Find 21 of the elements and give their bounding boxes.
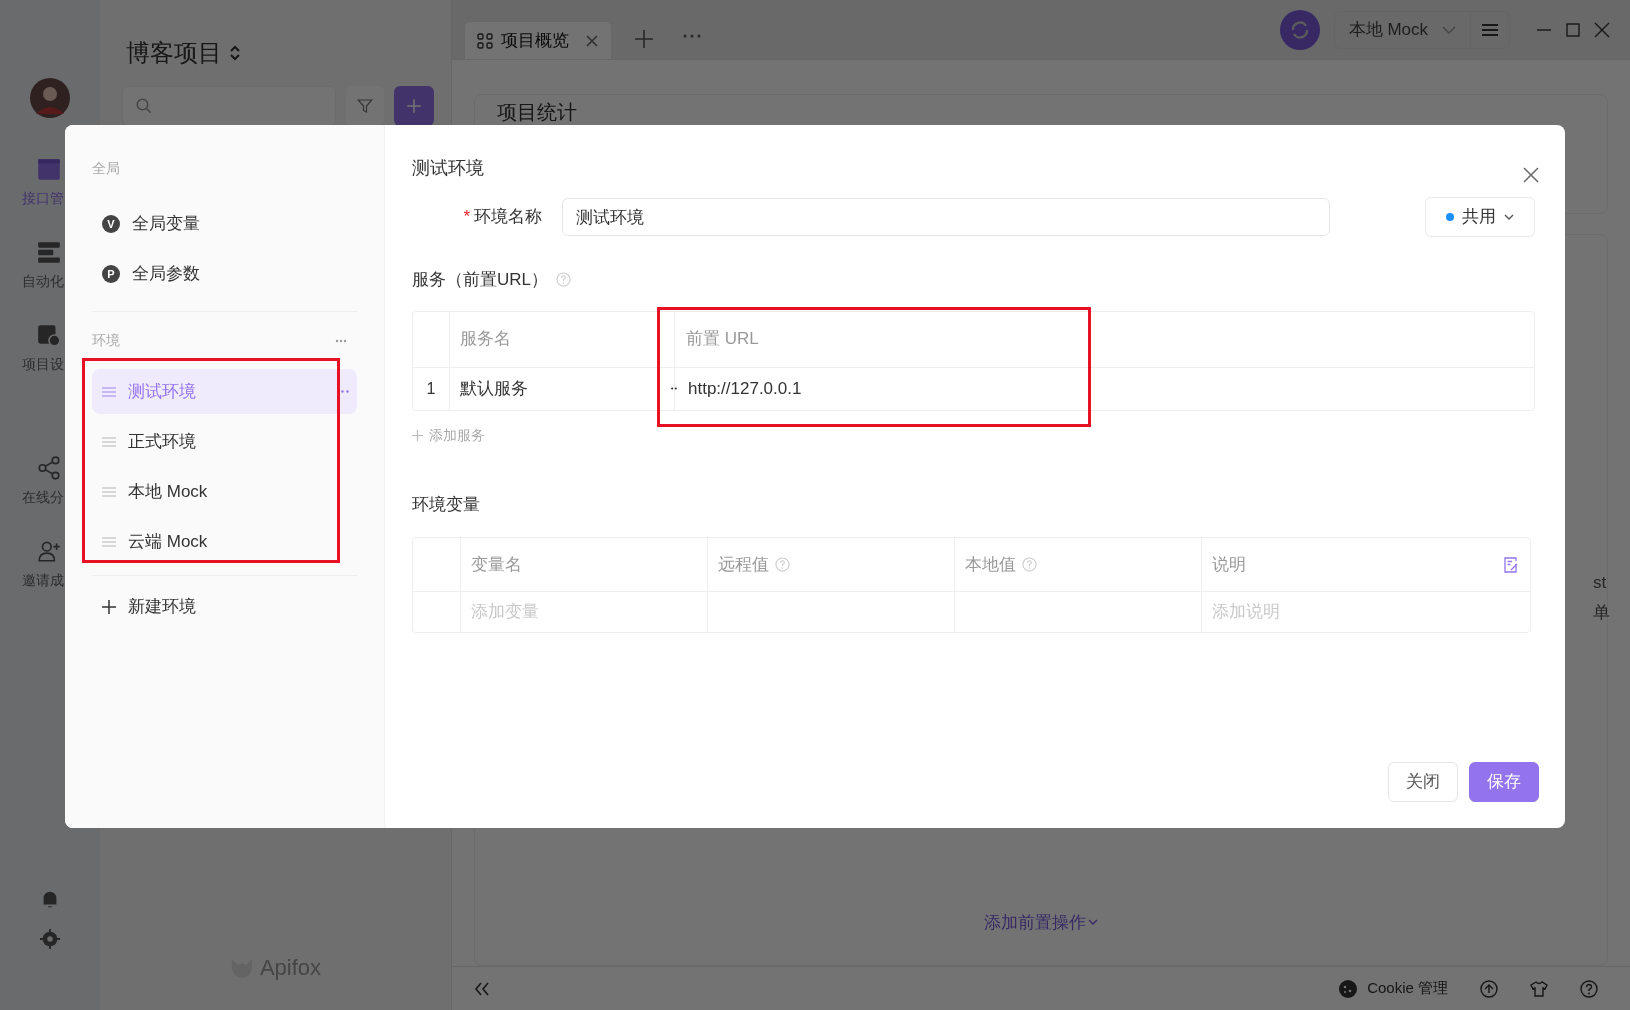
column-header: 变量名	[471, 553, 522, 576]
section-title: 环境变量	[412, 493, 481, 516]
badge-icon: V	[102, 215, 120, 233]
card-title: 项目统计	[497, 100, 577, 125]
section-title: 服务（前置URL）	[412, 269, 548, 291]
row-number: 1	[413, 367, 450, 410]
column-header: 远程值	[718, 553, 769, 576]
column-header: 服务名	[450, 311, 675, 367]
column-header: 本地值	[965, 553, 1016, 576]
tab-label: 项目概览	[501, 29, 569, 52]
column-header: 说明	[1212, 553, 1246, 576]
section-header: 全局	[92, 159, 121, 178]
badge-icon: P	[102, 265, 120, 283]
field-label: * 环境名称	[462, 206, 543, 229]
text-fragment: st	[1593, 572, 1608, 594]
table-cell-text: 默认服务	[460, 377, 528, 400]
section-header: 环境	[92, 331, 120, 350]
dialog-title: 测试环境	[412, 156, 484, 180]
project-title: 博客项目	[126, 38, 222, 68]
column-header: 前置 URL	[685, 328, 760, 351]
text-fragment: 单	[1593, 601, 1611, 624]
